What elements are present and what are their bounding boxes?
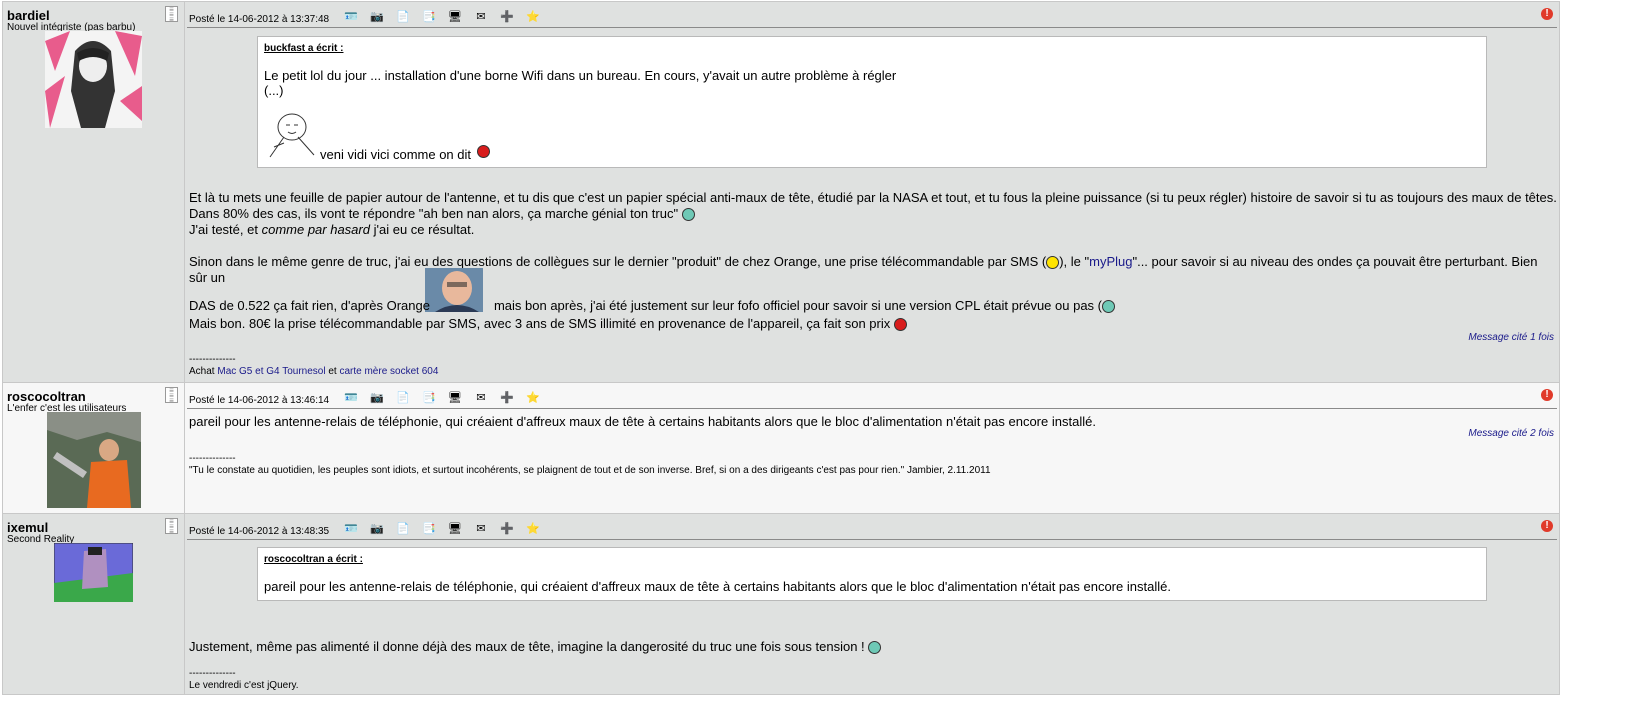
favorite-star-icon[interactable]: ⭐ <box>523 390 543 404</box>
config-icon[interactable]: 🖥 <box>445 9 465 23</box>
post-date: Posté le 14-06-2012 à 13:46:14 <box>189 395 330 406</box>
smiley-icon <box>681 208 695 222</box>
body-line: Dans 80% des cas, ils vont te répondre "… <box>189 206 1557 222</box>
post-body: pareil pour les antenne-relais de téléph… <box>189 414 1096 429</box>
quote-icon[interactable]: 📄 <box>393 9 413 23</box>
body-line: J'ai testé, et comme par hasard j'ai eu … <box>189 222 475 237</box>
avatar <box>54 543 133 602</box>
quote-line: veni vidi vici comme on dit <box>320 147 471 162</box>
photos-icon[interactable]: 📷 <box>367 9 387 23</box>
quote-header: buckfast a écrit : <box>264 43 344 54</box>
quote-header: roscocoltran a écrit : <box>264 554 363 565</box>
smiley-icon <box>1046 256 1060 270</box>
profile-page-icon[interactable]: ≡ ≡ ≡ <box>165 6 178 22</box>
author-name[interactable]: roscocoltran <box>7 389 86 404</box>
private-message-icon[interactable]: ✉ <box>471 390 491 404</box>
private-message-icon[interactable]: ✉ <box>471 521 491 535</box>
author-name[interactable]: ixemul <box>7 520 48 535</box>
post-body: Et là tu mets une feuille de papier auto… <box>189 190 1557 238</box>
report-alert-icon[interactable]: ! <box>1541 8 1553 20</box>
photos-icon[interactable]: 📷 <box>367 521 387 535</box>
forum-thread: bardiel Nouvel intégriste (pas barbu) ≡ ≡… <box>2 1 1560 695</box>
cited-count-link[interactable]: Message cité 1 fois <box>1468 332 1554 343</box>
avatar <box>45 31 142 128</box>
signature-separator: -------------- <box>189 668 236 679</box>
report-alert-icon[interactable]: ! <box>1541 389 1553 401</box>
quote-icon[interactable]: 📄 <box>393 390 413 404</box>
meme-face-image <box>269 113 315 158</box>
signature: -------------- Achat Mac G5 et G4 Tourne… <box>189 354 439 377</box>
profile-page-icon[interactable]: ≡ ≡ ≡ <box>165 387 178 403</box>
post-toolbar: 🪪 📷 📄 📑 🖥 ✉ ➕ ⭐ <box>341 9 543 23</box>
config-icon[interactable]: 🖥 <box>445 521 465 535</box>
divider <box>187 27 1557 28</box>
signature-separator: -------------- <box>189 453 236 464</box>
post-date: Posté le 14-06-2012 à 13:48:35 <box>189 526 330 537</box>
divider <box>187 408 1557 409</box>
profile-page-icon[interactable]: ≡ ≡ ≡ <box>165 518 178 534</box>
favorite-star-icon[interactable]: ⭐ <box>523 521 543 535</box>
author-name[interactable]: bardiel <box>7 8 50 23</box>
report-alert-icon[interactable]: ! <box>1541 520 1553 532</box>
post-bardiel: bardiel Nouvel intégriste (pas barbu) ≡ ≡… <box>2 1 1560 383</box>
quote-icon[interactable]: 📄 <box>393 521 413 535</box>
signature-text: "Tu le constate au quotidien, les peuple… <box>189 465 991 476</box>
author-panel: roscocoltran L'enfer c'est les utilisate… <box>3 383 185 513</box>
add-contact-icon[interactable]: ➕ <box>497 390 517 404</box>
quote-line: (...) <box>264 83 284 98</box>
signature: -------------- "Tu le constate au quotid… <box>189 453 991 477</box>
quote-box: roscocoltran a écrit : pareil pour les a… <box>257 547 1487 601</box>
multi-quote-icon[interactable]: 📑 <box>419 521 439 535</box>
photos-icon[interactable]: 📷 <box>367 390 387 404</box>
config-icon[interactable]: 🖥 <box>445 390 465 404</box>
signature-separator: -------------- <box>189 354 236 365</box>
post-body: Sinon dans le même genre de truc, j'ai e… <box>189 254 1538 285</box>
quote-line: pareil pour les antenne-relais de téléph… <box>264 579 1171 594</box>
favorite-star-icon[interactable]: ⭐ <box>523 9 543 23</box>
author-panel: ixemul Second Reality ≡ ≡ ≡ <box>3 514 185 694</box>
post-toolbar: 🪪 📷 📄 📑 🖥 ✉ ➕ ⭐ <box>341 521 543 535</box>
cited-count-link[interactable]: Message cité 2 fois <box>1468 428 1554 439</box>
divider <box>187 539 1557 540</box>
post-date: Posté le 14-06-2012 à 13:37:48 <box>189 14 330 25</box>
profile-card-icon[interactable]: 🪪 <box>341 521 361 535</box>
post-content: Posté le 14-06-2012 à 13:48:35 🪪 📷 📄 📑 🖥… <box>185 514 1559 694</box>
private-message-icon[interactable]: ✉ <box>471 9 491 23</box>
post-body: DAS de 0.522 ça fait rien, d'après Orang… <box>189 298 1115 314</box>
profile-card-icon[interactable]: 🪪 <box>341 390 361 404</box>
post-content: Posté le 14-06-2012 à 13:46:14 🪪 📷 📄 📑 🖥… <box>185 383 1559 513</box>
signature: -------------- Le vendredi c'est jQuery. <box>189 668 299 692</box>
post-content: Posté le 14-06-2012 à 13:37:48 🪪 📷 📄 📑 🖥… <box>185 2 1559 382</box>
post-body: Justement, même pas alimenté il donne dé… <box>189 639 882 655</box>
smiley-icon <box>1102 300 1115 314</box>
signature-link[interactable]: Mac G5 et G4 Tournesol <box>217 366 325 377</box>
smiley-icon <box>477 145 490 158</box>
post-roscocoltran: roscocoltran L'enfer c'est les utilisate… <box>2 383 1560 514</box>
myplug-link[interactable]: myPlug <box>1089 254 1132 269</box>
body-line: Et là tu mets une feuille de papier auto… <box>189 190 1557 205</box>
add-contact-icon[interactable]: ➕ <box>497 521 517 535</box>
smiley-icon <box>868 641 882 655</box>
quote-line: Le petit lol du jour ... installation d'… <box>264 68 897 83</box>
author-panel: bardiel Nouvel intégriste (pas barbu) ≡ ≡… <box>3 2 185 382</box>
add-contact-icon[interactable]: ➕ <box>497 9 517 23</box>
signature-link[interactable]: carte mère socket 604 <box>339 366 438 377</box>
post-body: Mais bon. 80€ la prise télécommandable p… <box>189 316 907 332</box>
profile-card-icon[interactable]: 🪪 <box>341 9 361 23</box>
avatar <box>47 412 141 508</box>
multi-quote-icon[interactable]: 📑 <box>419 9 439 23</box>
quote-box: buckfast a écrit : Le petit lol du jour … <box>257 36 1487 168</box>
post-toolbar: 🪪 📷 📄 📑 🖥 ✉ ➕ ⭐ <box>341 390 543 404</box>
multi-quote-icon[interactable]: 📑 <box>419 390 439 404</box>
signature-text: Le vendredi c'est jQuery. <box>189 680 299 691</box>
smiley-icon <box>893 318 907 332</box>
post-ixemul: ixemul Second Reality ≡ ≡ ≡ Posté le 14-06… <box>2 514 1560 695</box>
